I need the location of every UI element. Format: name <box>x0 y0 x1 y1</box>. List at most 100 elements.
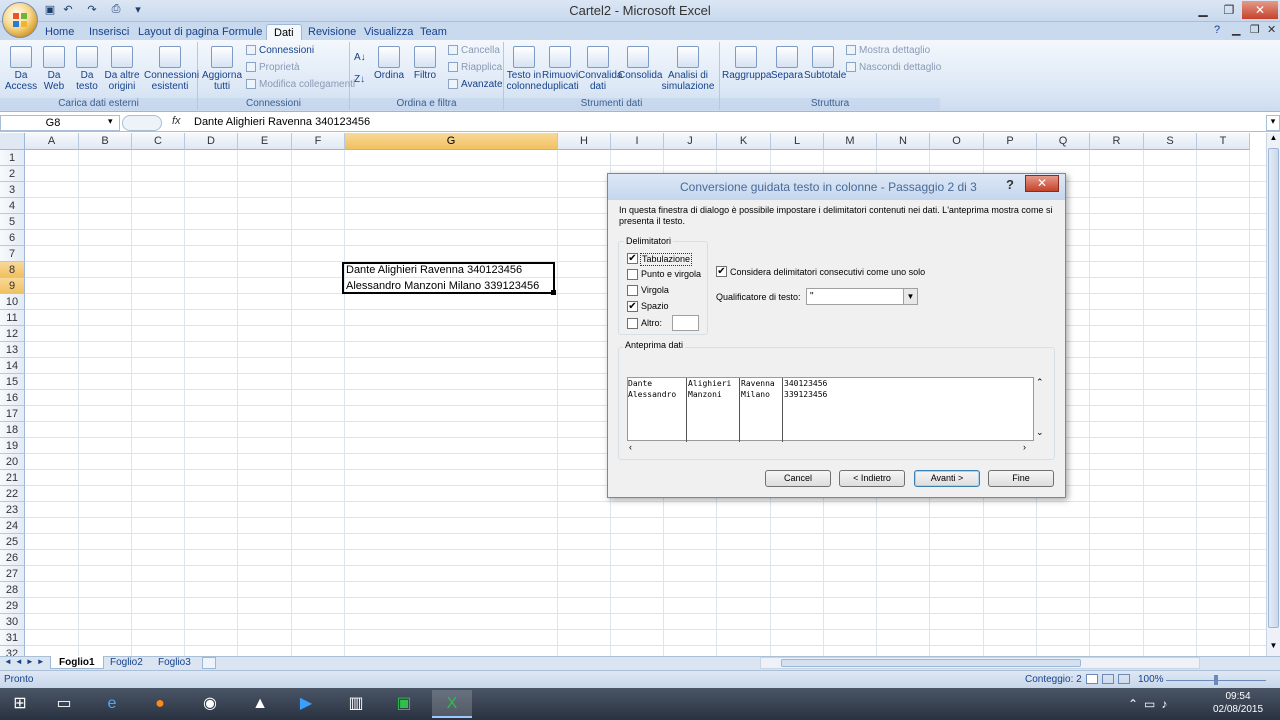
row-header-2[interactable]: 2 <box>0 166 25 182</box>
column-header-d[interactable]: D <box>185 133 238 150</box>
comma-checkbox[interactable] <box>627 285 638 296</box>
h-scroll-thumb[interactable] <box>781 659 1081 667</box>
tab-insert[interactable]: Inserisci <box>82 24 136 40</box>
column-header-t[interactable]: T <box>1197 133 1250 150</box>
reapply-button[interactable]: Riapplica <box>448 60 502 76</box>
row-header-3[interactable]: 3 <box>0 182 25 198</box>
close-icon[interactable]: ✕ <box>1242 1 1278 19</box>
column-header-r[interactable]: R <box>1090 133 1144 150</box>
sort-button[interactable]: Ordina <box>374 46 404 81</box>
refresh-all-button[interactable]: Aggiorna tutti <box>200 46 244 92</box>
sheet-nav-icons[interactable]: ◄◄►► <box>4 657 48 666</box>
column-header-q[interactable]: Q <box>1037 133 1090 150</box>
formula-bar-expand-icon[interactable]: ▾ <box>1266 115 1280 131</box>
excel-icon[interactable]: X <box>432 690 472 718</box>
connections-button[interactable]: Connessioni <box>246 43 314 59</box>
preview-column-3[interactable]: Ravenna Milano <box>739 378 782 442</box>
qualifier-select[interactable]: " <box>806 288 918 305</box>
row-header-15[interactable]: 15 <box>0 374 25 390</box>
cell-g8[interactable]: Dante Alighieri Ravenna 340123456 <box>343 262 522 278</box>
row-header-5[interactable]: 5 <box>0 214 25 230</box>
row-header-17[interactable]: 17 <box>0 406 25 422</box>
space-checkbox[interactable]: ✔ <box>627 301 638 312</box>
qualifier-dropdown-icon[interactable]: ▼ <box>903 289 917 304</box>
row-header-30[interactable]: 30 <box>0 614 25 630</box>
row-header-20[interactable]: 20 <box>0 454 25 470</box>
column-header-i[interactable]: I <box>611 133 664 150</box>
tab-page-layout[interactable]: Layout di pagina <box>131 24 226 40</box>
column-header-s[interactable]: S <box>1144 133 1197 150</box>
row-header-14[interactable]: 14 <box>0 358 25 374</box>
qat-customize-icon[interactable]: ▾ <box>130 3 146 18</box>
row-header-12[interactable]: 12 <box>0 326 25 342</box>
select-all-button[interactable] <box>0 133 25 150</box>
subtotal-button[interactable]: Subtotale <box>804 46 846 81</box>
ribbon-restore-icon[interactable]: ❐ <box>1250 23 1260 36</box>
properties-button[interactable]: Proprietà <box>246 60 300 76</box>
column-header-h[interactable]: H <box>558 133 611 150</box>
file-explorer-icon[interactable]: ▭ <box>44 690 84 718</box>
preview-scroll-right-icon[interactable]: › <box>1023 442 1026 452</box>
fill-handle[interactable] <box>551 290 556 295</box>
row-header-22[interactable]: 22 <box>0 486 25 502</box>
column-header-j[interactable]: J <box>664 133 717 150</box>
scroll-up-icon[interactable]: ▲ <box>1267 133 1280 147</box>
help-icon[interactable]: ? <box>1006 177 1014 192</box>
other-delimiter-input[interactable] <box>672 315 699 331</box>
from-access-button[interactable]: Da Access <box>4 46 38 92</box>
show-detail-button[interactable]: Mostra dettaglio <box>846 43 930 59</box>
tab-home[interactable]: Home <box>38 24 81 40</box>
row-header-32[interactable]: 32 <box>0 646 25 656</box>
column-header-o[interactable]: O <box>930 133 984 150</box>
tab-checkbox[interactable]: ✔ <box>627 253 638 264</box>
row-header-29[interactable]: 29 <box>0 598 25 614</box>
column-header-a[interactable]: A <box>25 133 79 150</box>
formula-expand-icon[interactable] <box>122 115 162 131</box>
office-button[interactable] <box>2 2 38 38</box>
edit-links-button[interactable]: Modifica collegamenti <box>246 77 355 93</box>
page-break-view-icon[interactable] <box>1118 674 1130 684</box>
scroll-down-icon[interactable]: ▼ <box>1267 641 1280 655</box>
row-header-13[interactable]: 13 <box>0 342 25 358</box>
row-header-10[interactable]: 10 <box>0 294 25 310</box>
insert-function-icon[interactable]: fx <box>172 115 188 127</box>
column-header-b[interactable]: B <box>79 133 132 150</box>
row-header-16[interactable]: 16 <box>0 390 25 406</box>
row-header-9[interactable]: 9 <box>0 278 25 294</box>
preview-column-4[interactable]: 340123456 339123456 <box>782 378 1034 442</box>
row-header-6[interactable]: 6 <box>0 230 25 246</box>
vlc-icon[interactable]: ▲ <box>240 690 280 718</box>
preview-scroll-left-icon[interactable]: ‹ <box>629 442 632 452</box>
preview-scroll-up-icon[interactable]: ⌃ <box>1036 377 1044 388</box>
advanced-button[interactable]: Avanzate <box>448 77 503 93</box>
filter-button[interactable]: Filtro <box>410 46 440 81</box>
cancel-button[interactable]: Cancel <box>765 470 831 487</box>
start-icon[interactable]: ⊞ <box>0 690 40 718</box>
insert-sheet-icon[interactable] <box>202 657 216 669</box>
firefox-icon[interactable]: ● <box>140 690 180 718</box>
sheet-tab-foglio3[interactable]: Foglio3 <box>150 656 199 669</box>
row-header-23[interactable]: 23 <box>0 502 25 518</box>
row-header-11[interactable]: 11 <box>0 310 25 326</box>
normal-view-icon[interactable] <box>1086 674 1098 684</box>
row-header-27[interactable]: 27 <box>0 566 25 582</box>
column-header-k[interactable]: K <box>717 133 771 150</box>
row-header-31[interactable]: 31 <box>0 630 25 646</box>
row-header-8[interactable]: 8 <box>0 262 25 278</box>
semicolon-checkbox[interactable] <box>627 269 638 280</box>
tab-data[interactable]: Dati <box>266 24 302 40</box>
existing-connections-button[interactable]: Connessioni esistenti <box>144 46 199 92</box>
sheet-tab-foglio1[interactable]: Foglio1 <box>50 656 104 669</box>
taskbar-clock[interactable]: 09:54 02/08/2015 <box>1208 690 1268 716</box>
row-header-26[interactable]: 26 <box>0 550 25 566</box>
column-header-f[interactable]: F <box>292 133 345 150</box>
row-header-4[interactable]: 4 <box>0 198 25 214</box>
media-player-icon[interactable]: ▶ <box>286 690 326 718</box>
name-box-dropdown-icon[interactable]: ▾ <box>108 116 113 127</box>
column-header-p[interactable]: P <box>984 133 1037 150</box>
sheet-tab-foglio2[interactable]: Foglio2 <box>102 656 151 669</box>
tab-team[interactable]: Team <box>413 24 454 40</box>
remove-duplicates-button[interactable]: Rimuovi duplicati <box>542 46 579 92</box>
row-header-19[interactable]: 19 <box>0 438 25 454</box>
page-layout-view-icon[interactable] <box>1102 674 1114 684</box>
